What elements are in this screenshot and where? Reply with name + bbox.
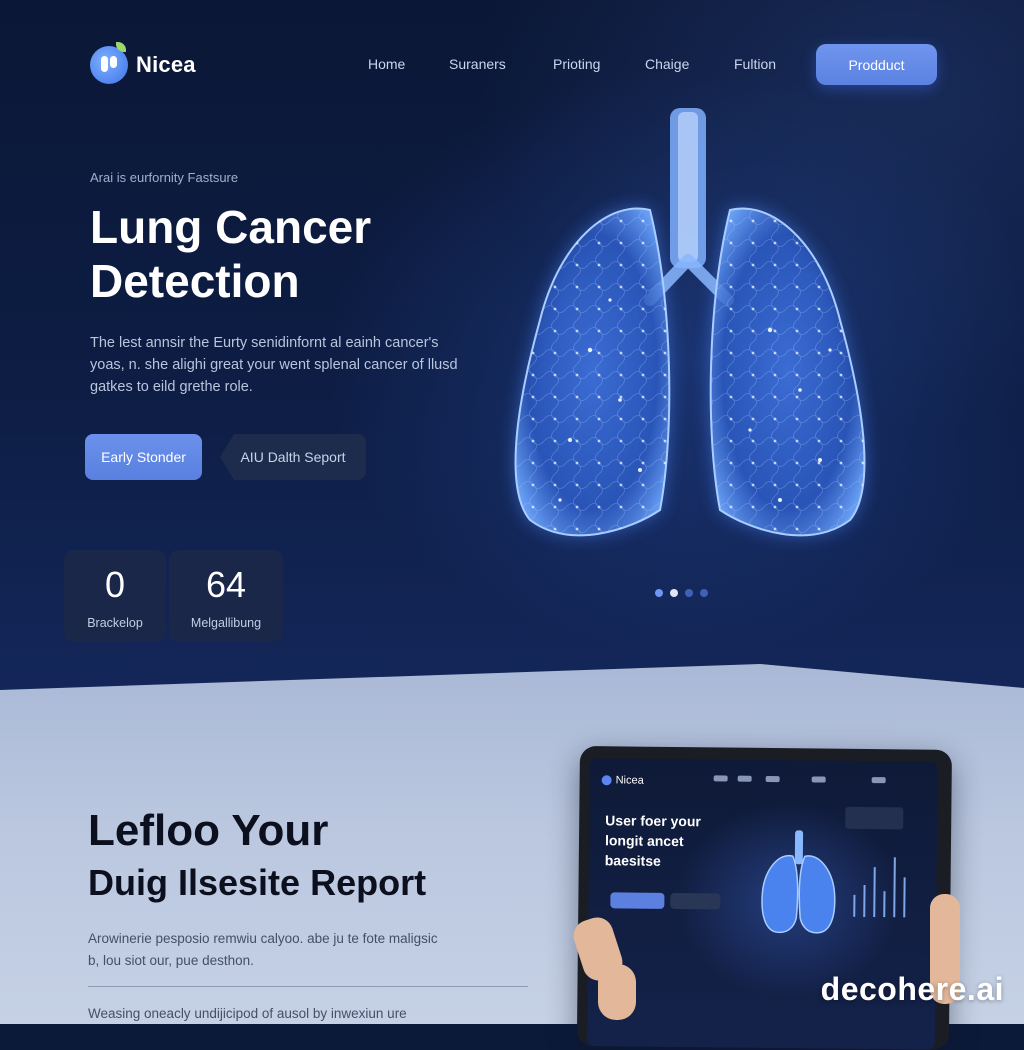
tablet-nav-item <box>738 776 752 782</box>
carousel-dot[interactable] <box>655 589 663 597</box>
lungs-illustration <box>500 100 880 590</box>
hero-description: The lest annsir the Eurty senidinfornt a… <box>90 332 460 398</box>
nav-item-prioting[interactable]: Prioting <box>553 56 600 72</box>
divider <box>88 986 528 987</box>
tablet-primary-button <box>610 892 664 909</box>
watermark: decohere.ai <box>821 971 1004 1008</box>
carousel-dot[interactable] <box>685 589 693 597</box>
nav-item-fultion[interactable]: Fultion <box>734 56 776 72</box>
section-paragraph: Arowinerie pesposio remwiu calyoo. abe j… <box>88 928 448 972</box>
tablet-logo: Nicea <box>602 774 644 786</box>
tablet-headline: User foer your longit ancet baesitse <box>605 810 726 871</box>
section-footer-text: Weasing oneacly undijicipod of ausol by … <box>88 1006 407 1021</box>
early-stonder-button[interactable]: Early Stonder <box>85 434 202 480</box>
tablet-bar-graphic <box>850 847 911 918</box>
hero-eyebrow: Arai is eurfornity Fastsure <box>90 170 238 185</box>
tablet-logo-text: Nicea <box>616 774 644 786</box>
tablet-nav-item <box>714 775 728 781</box>
stat-value: 64 <box>169 564 283 606</box>
stat-card-melgallibung: 64 Melgallibung <box>169 550 283 642</box>
logo-icon <box>602 775 612 785</box>
nav-item-home[interactable]: Home <box>368 56 405 72</box>
health-report-button[interactable]: AIU Dalth Seport <box>220 434 366 480</box>
tablet-info-card <box>845 807 903 830</box>
stat-label: Melgallibung <box>169 616 283 630</box>
tablet-nav-item <box>812 776 826 782</box>
nav-item-chaige[interactable]: Chaige <box>645 56 689 72</box>
section-title-line1: Lefloo Your <box>88 806 328 856</box>
stat-card-brackelop: 0 Brackelop <box>64 550 166 642</box>
hero-title: Lung Cancer Detection <box>90 200 510 308</box>
tablet-lungs-icon <box>758 830 839 941</box>
stat-value: 0 <box>64 564 166 606</box>
product-button[interactable]: Prodduct <box>816 44 937 85</box>
hero-title-line1: Lung Cancer <box>90 201 371 253</box>
tablet-nav-item <box>872 777 886 783</box>
left-fingers <box>598 964 636 1020</box>
tablet-secondary-button <box>670 893 720 910</box>
carousel-dot[interactable] <box>700 589 708 597</box>
hero-title-line2: Detection <box>90 255 300 307</box>
section-title-line2: Duig Ilsesite Report <box>88 862 426 904</box>
stat-label: Brackelop <box>64 616 166 630</box>
nav-item-suraners[interactable]: Suraners <box>449 56 506 72</box>
tablet-nav-item <box>766 776 780 782</box>
carousel-dot[interactable] <box>670 589 678 597</box>
carousel-dots <box>655 589 708 597</box>
